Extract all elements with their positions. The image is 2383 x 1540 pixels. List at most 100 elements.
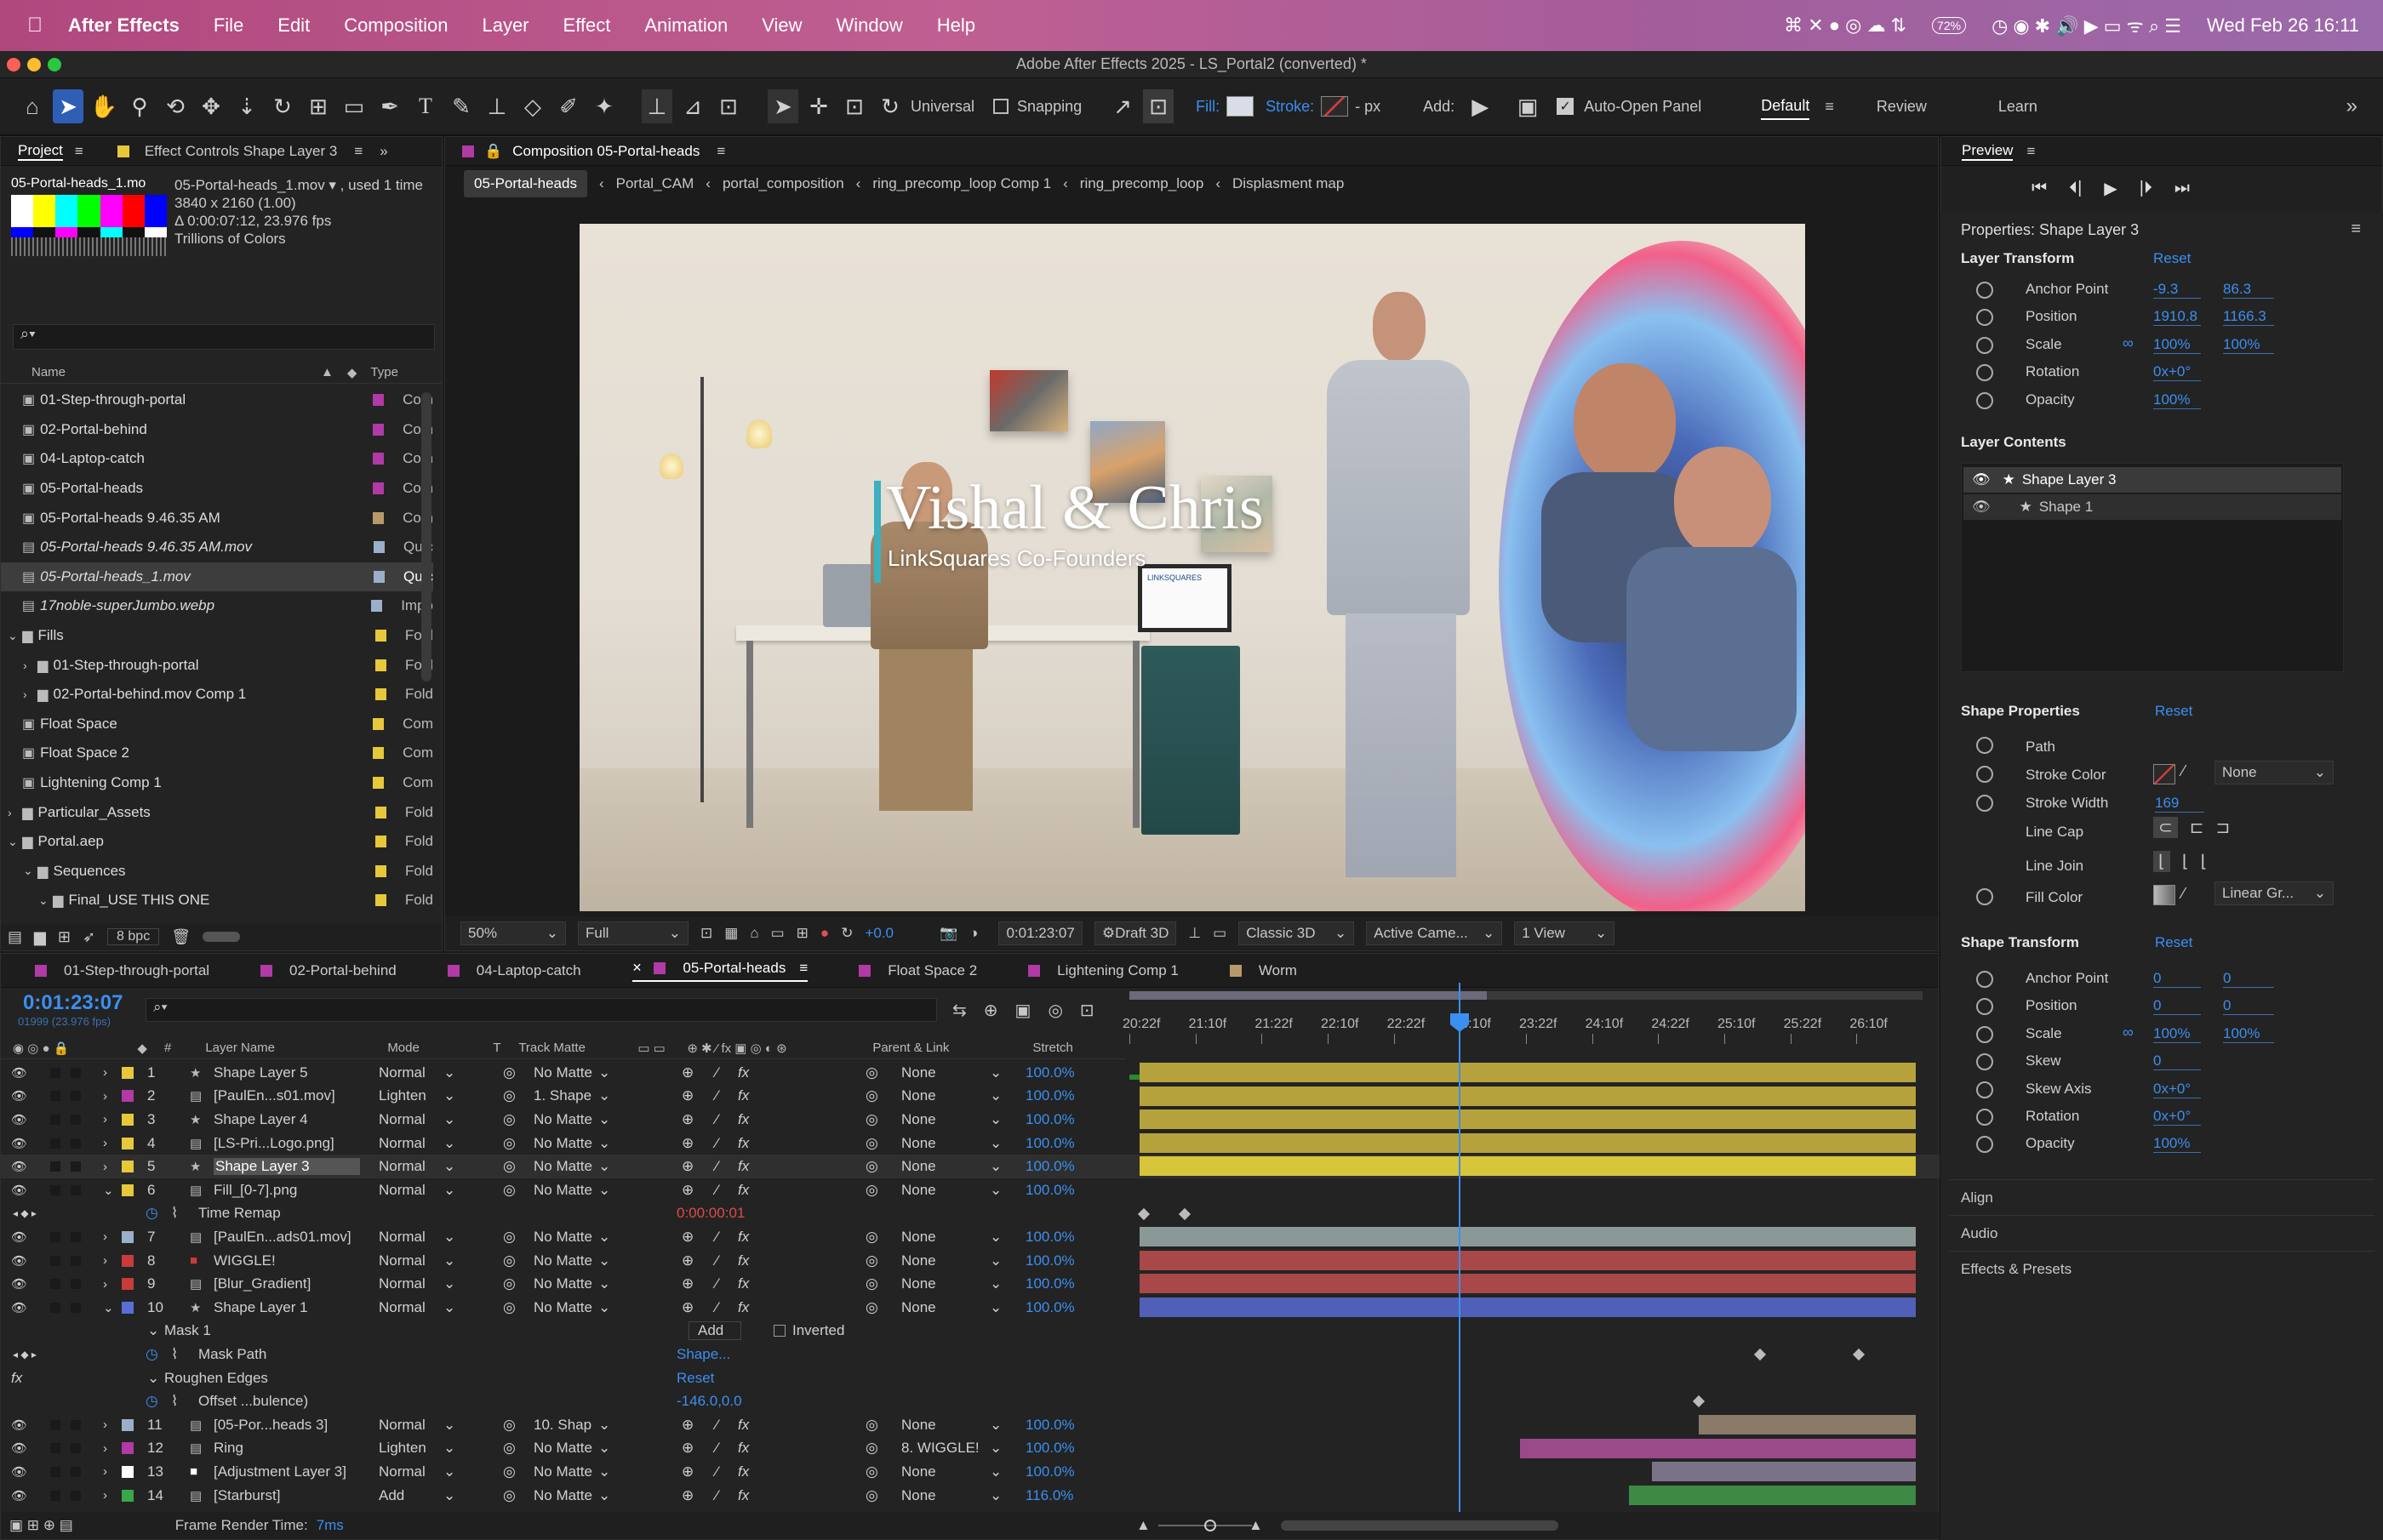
stretch-value[interactable]: 100.0% — [1026, 1252, 1075, 1269]
chevron-right-icon[interactable]: › — [23, 659, 37, 672]
quality-switch-icon[interactable]: ⁄ — [716, 1229, 718, 1246]
layer-label-color[interactable] — [122, 1418, 134, 1431]
fx-switch-icon[interactable]: fx — [738, 1135, 749, 1152]
fill-color-swatch[interactable] — [2153, 885, 2175, 905]
project-item[interactable]: ▣ 05-Portal-heads 9.46.35 AM Com — [1, 503, 433, 533]
layer-name[interactable]: Shape Layer 5 — [214, 1064, 360, 1081]
comp-flowchart-icon[interactable]: ⇆ — [952, 1000, 967, 1021]
lock-switch[interactable] — [71, 1419, 81, 1430]
chevron-down-icon[interactable]: ⌄ — [598, 1182, 610, 1199]
stretch-value[interactable]: 100.0% — [1026, 1417, 1075, 1434]
interpret-footage-icon[interactable]: ▤ — [8, 928, 22, 946]
solo-switch[interactable] — [50, 1255, 60, 1266]
fill-swatch[interactable] — [1226, 96, 1254, 117]
stretch-value[interactable]: 100.0% — [1026, 1182, 1075, 1199]
stopwatch-icon[interactable] — [1976, 737, 1993, 754]
effects-presets-header[interactable]: Effects & Presets — [1961, 1261, 2072, 1278]
solo-switch[interactable] — [50, 1279, 60, 1290]
constrain-proportions-icon[interactable]: ∞ — [2123, 334, 2134, 352]
time-ruler[interactable]: 20:22f 21:10f 21:22f 22:10f 22:22f 23:10f 23:2… — [1123, 991, 1923, 1080]
solo-switch[interactable] — [50, 1302, 60, 1313]
chevron-down-icon[interactable]: ⌄ — [443, 1417, 455, 1434]
camera-view-select[interactable]: Active Came... ⌄ — [1366, 921, 1503, 945]
snap-options-icon[interactable]: ↗ — [1107, 89, 1138, 123]
bevel-join-icon[interactable]: ⌊ — [2201, 851, 2208, 872]
lock-switch[interactable] — [71, 1138, 81, 1149]
property-value[interactable]: 100% — [2153, 1135, 2201, 1154]
solo-switch[interactable] — [50, 1419, 60, 1430]
stopwatch-icon[interactable] — [1976, 336, 1993, 354]
selection-tool-icon[interactable]: ➤ — [53, 89, 83, 123]
timeline-tab[interactable]: 04-Laptop-catch — [447, 962, 581, 979]
chevron-down-icon[interactable]: ⌄ — [8, 835, 22, 849]
stretch-value[interactable]: 100.0% — [1026, 1158, 1075, 1175]
label-color[interactable] — [374, 894, 386, 907]
lock-switch[interactable] — [71, 1231, 81, 1242]
layer-name[interactable]: [Starburst] — [214, 1487, 360, 1504]
timeline-tab[interactable]: 02-Portal-behind — [260, 962, 397, 979]
chevron-down-icon[interactable]: ⌄ — [598, 1111, 610, 1128]
chevron-down-icon[interactable]: ⌄ — [443, 1182, 455, 1199]
pickwhip-icon[interactable]: ◎ — [866, 1252, 878, 1269]
column-layer-name[interactable]: Layer Name — [205, 1041, 387, 1055]
parent-select[interactable]: None — [901, 1463, 986, 1480]
chevron-right-icon[interactable]: › — [103, 1112, 107, 1126]
stretch-value[interactable]: 100.0% — [1026, 1135, 1075, 1152]
shy-switch-icon[interactable]: ⊕ — [682, 1487, 694, 1504]
round-cap-icon[interactable]: ⊏ — [2190, 817, 2204, 838]
eraser-tool-icon[interactable]: ◇ — [517, 89, 548, 123]
composition-tab[interactable]: Composition 05-Portal-heads — [512, 143, 700, 160]
layer-duration-bar[interactable] — [1140, 1063, 1916, 1082]
layer-row[interactable]: 👁 › 5 ★ Shape Layer 3 Normal ⌄ ◎ No Matte ⌄ ⊕ ⁄ fx ◎ N… — [1, 1155, 1940, 1178]
bpc-button[interactable]: 8 bpc — [107, 928, 160, 945]
layer-name[interactable]: [PaulEn...s01.mov] — [214, 1087, 360, 1104]
chevron-down-icon[interactable]: ⌄ — [598, 1440, 610, 1457]
zoom-in-icon[interactable]: ▲ — [1249, 1517, 1263, 1534]
shape-properties-reset[interactable]: Reset — [2155, 703, 2192, 720]
layer-label-color[interactable] — [122, 1090, 134, 1103]
layer-row[interactable]: 👁 › 8 ■ WIGGLE! Normal ⌄ ◎ No Matte ⌄ ⊕ ⁄ fx ◎ None ⌄ 10… — [1, 1249, 1940, 1273]
stopwatch-icon[interactable] — [1976, 282, 1993, 299]
pickwhip-icon[interactable]: ◎ — [866, 1487, 878, 1504]
fx-switch-icon[interactable]: fx — [738, 1229, 749, 1246]
track-matte-select[interactable]: No Matte — [534, 1064, 593, 1081]
eye-icon[interactable]: 👁 — [11, 1136, 27, 1151]
shy-switch-icon[interactable]: ⊕ — [682, 1417, 694, 1434]
fx-switch-icon[interactable]: fx — [738, 1299, 749, 1316]
renderer-button[interactable]: ⚙ Draft 3D — [1094, 921, 1177, 945]
stretch-value[interactable]: 100.0% — [1026, 1299, 1075, 1316]
layer-row[interactable]: 👁 › 14 ▤ [Starburst] Add ⌄ ◎ No Matte ⌄ ⊕ ⁄ fx ◎ None ⌄… — [1, 1484, 1940, 1508]
matte-switches-icon[interactable]: ▭ ▭ — [637, 1041, 687, 1056]
quality-switch-icon[interactable]: ⁄ — [716, 1487, 718, 1504]
chevron-down-icon[interactable]: ⌄ — [443, 1275, 455, 1292]
shy-switch-icon[interactable]: ⊕ — [682, 1463, 694, 1480]
lock-switch[interactable] — [71, 1443, 81, 1454]
menu-layer[interactable]: Layer — [482, 14, 529, 37]
reset-exposure-icon[interactable]: ↻ — [841, 925, 853, 942]
lock-switch[interactable] — [71, 1091, 81, 1102]
eyedropper-icon[interactable]: ⁄ — [2182, 885, 2185, 903]
eye-icon[interactable]: 👁 — [11, 1229, 27, 1245]
butt-cap-icon[interactable]: ⊂ — [2153, 817, 2178, 838]
chevron-down-icon[interactable]: ⌄ — [990, 1299, 1002, 1316]
preview-menu-icon[interactable]: ≡ — [2026, 143, 2035, 160]
blend-mode-select[interactable]: Normal — [379, 1275, 426, 1292]
blend-mode-select[interactable]: Normal — [379, 1463, 426, 1480]
chevron-right-icon[interactable]: › — [103, 1417, 107, 1432]
layer-duration-bar[interactable] — [1698, 1415, 1916, 1434]
label-color[interactable] — [372, 423, 385, 436]
layer-panel-icon[interactable]: ▣ — [1512, 89, 1543, 123]
breadcrumb-5[interactable]: Displasment map — [1232, 175, 1344, 192]
minimize-window-button[interactable] — [27, 58, 41, 71]
stretch-value[interactable]: 100.0% — [1026, 1275, 1075, 1292]
layer-name[interactable]: [Blur_Gradient] — [214, 1275, 360, 1292]
tab-menu-icon[interactable]: ≡ — [799, 960, 808, 977]
dolly-camera-icon[interactable]: ⇣ — [231, 89, 262, 123]
stopwatch-icon[interactable] — [1976, 971, 1993, 988]
timeline-tab[interactable]: Worm — [1229, 962, 1297, 979]
label-column-icon[interactable]: ◆ — [347, 365, 357, 380]
timeline-tab[interactable]: ✕ 05-Portal-heads ≡ — [631, 960, 809, 982]
layer-duration-bar[interactable] — [1140, 1086, 1916, 1106]
properties-menu-icon[interactable]: ≡ — [2351, 220, 2361, 239]
project-item[interactable]: ⌄ ▆ Fills Fold — [1, 621, 433, 651]
